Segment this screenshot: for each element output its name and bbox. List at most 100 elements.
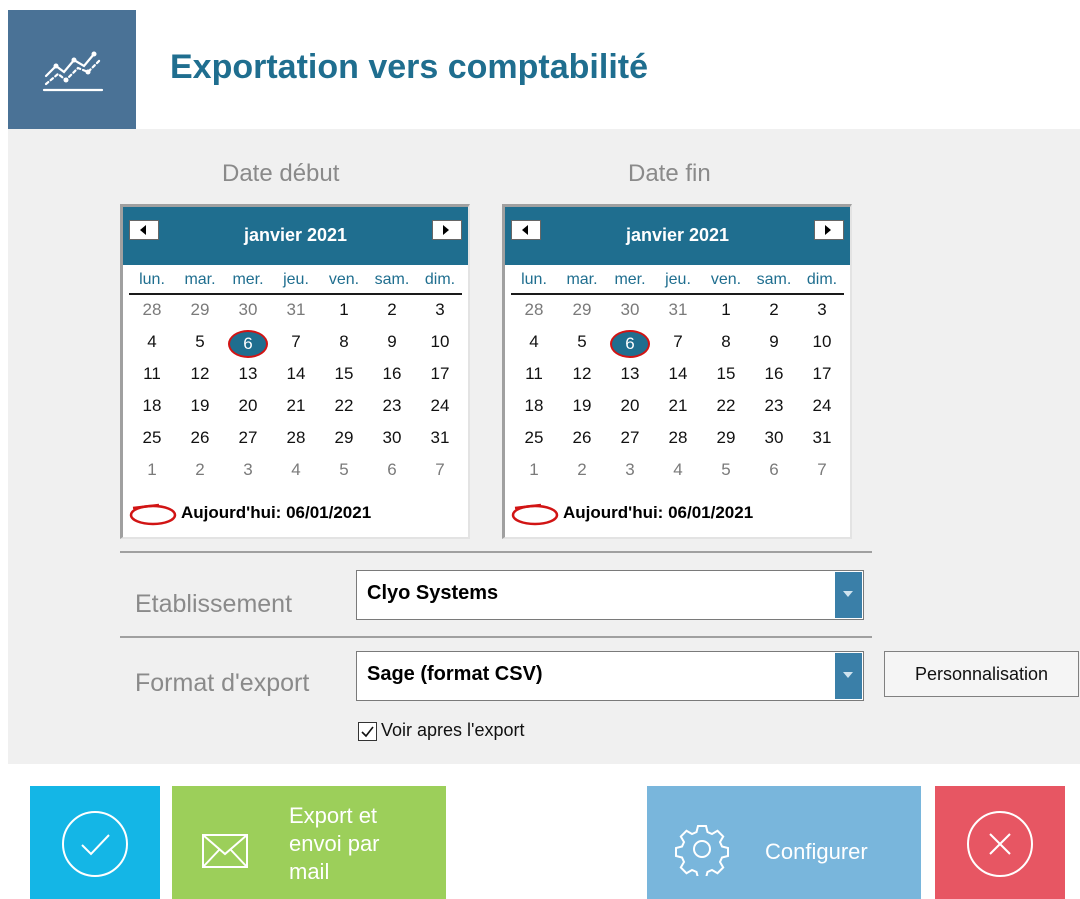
calendar-day-selected[interactable]: 6 [607,327,653,358]
calendar-day[interactable]: 7 [273,327,319,357]
calendar-day[interactable]: 25 [511,423,557,453]
voir-apres-export-checkbox[interactable] [358,722,377,741]
calendar-day[interactable]: 4 [511,327,557,357]
configure-button[interactable]: Configurer [647,786,921,899]
calendar-day[interactable]: 1 [703,295,749,325]
export-mail-button[interactable]: Export et envoi par mail [172,786,446,899]
calendar-day[interactable]: 20 [607,391,653,421]
calendar-day[interactable]: 13 [607,359,653,389]
etablissement-select[interactable]: Clyo Systems [356,570,864,620]
calendar-day[interactable]: 3 [225,455,271,485]
calendar-day[interactable]: 29 [703,423,749,453]
calendar-day[interactable]: 26 [177,423,223,453]
calendar-day[interactable]: 10 [799,327,845,357]
calendar-day[interactable]: 30 [751,423,797,453]
calendar-day[interactable]: 31 [417,423,463,453]
calendar-day[interactable]: 18 [129,391,175,421]
calendar-day[interactable]: 21 [273,391,319,421]
calendar-day[interactable]: 1 [129,455,175,485]
calendar-day[interactable]: 22 [703,391,749,421]
calendar-date-fin[interactable]: janvier 2021 lun. mar. mer. jeu. ven. sam. dim.… [502,204,852,539]
calendar-day[interactable]: 14 [655,359,701,389]
calendar-day[interactable]: 8 [703,327,749,357]
calendar-day[interactable]: 29 [559,295,605,325]
calendar-month-title[interactable]: janvier 2021 [123,225,468,246]
calendar-day[interactable]: 9 [751,327,797,357]
calendar-day[interactable]: 2 [177,455,223,485]
calendar-day[interactable]: 26 [559,423,605,453]
calendar-day[interactable]: 28 [655,423,701,453]
calendar-day[interactable]: 30 [369,423,415,453]
calendar-day[interactable]: 31 [273,295,319,325]
calendar-day[interactable]: 27 [225,423,271,453]
calendar-day[interactable]: 22 [321,391,367,421]
calendar-day[interactable]: 4 [273,455,319,485]
calendar-day[interactable]: 28 [129,295,175,325]
calendar-day[interactable]: 31 [799,423,845,453]
calendar-day[interactable]: 2 [559,455,605,485]
calendar-day[interactable]: 19 [177,391,223,421]
calendar-day[interactable]: 25 [129,423,175,453]
personnalisation-button[interactable]: Personnalisation [884,651,1079,697]
calendar-day[interactable]: 17 [417,359,463,389]
calendar-day[interactable]: 28 [511,295,557,325]
calendar-day[interactable]: 17 [799,359,845,389]
chevron-down-icon[interactable] [835,653,862,699]
calendar-day[interactable]: 2 [751,295,797,325]
calendar-day[interactable]: 24 [799,391,845,421]
calendar-day[interactable]: 12 [177,359,223,389]
calendar-day[interactable]: 1 [511,455,557,485]
calendar-day[interactable]: 3 [799,295,845,325]
next-month-button[interactable] [432,220,462,240]
calendar-date-debut[interactable]: janvier 2021 lun. mar. mer. jeu. ven. sam. dim.… [120,204,470,539]
calendar-day[interactable]: 16 [369,359,415,389]
calendar-day[interactable]: 13 [225,359,271,389]
calendar-day[interactable]: 30 [225,295,271,325]
calendar-day[interactable]: 3 [417,295,463,325]
calendar-day[interactable]: 23 [369,391,415,421]
calendar-day[interactable]: 15 [321,359,367,389]
calendar-day[interactable]: 7 [799,455,845,485]
calendar-day[interactable]: 19 [559,391,605,421]
calendar-day[interactable]: 2 [369,295,415,325]
close-button[interactable] [935,786,1065,899]
calendar-day[interactable]: 18 [511,391,557,421]
next-month-button[interactable] [814,220,844,240]
calendar-day[interactable]: 4 [129,327,175,357]
calendar-day[interactable]: 7 [655,327,701,357]
calendar-day[interactable]: 21 [655,391,701,421]
calendar-day[interactable]: 30 [607,295,653,325]
calendar-day[interactable]: 24 [417,391,463,421]
calendar-day[interactable]: 14 [273,359,319,389]
chevron-down-icon[interactable] [835,572,862,618]
calendar-day[interactable]: 11 [129,359,175,389]
calendar-day[interactable]: 10 [417,327,463,357]
calendar-day[interactable]: 5 [703,455,749,485]
calendar-day[interactable]: 27 [607,423,653,453]
calendar-day[interactable]: 29 [321,423,367,453]
validate-button[interactable] [30,786,160,899]
calendar-day[interactable]: 6 [751,455,797,485]
calendar-day[interactable]: 3 [607,455,653,485]
calendar-day[interactable]: 5 [177,327,223,357]
calendar-month-title[interactable]: janvier 2021 [505,225,850,246]
calendar-day[interactable]: 1 [321,295,367,325]
calendar-day[interactable]: 31 [655,295,701,325]
calendar-day[interactable]: 29 [177,295,223,325]
calendar-day[interactable]: 23 [751,391,797,421]
calendar-day[interactable]: 4 [655,455,701,485]
calendar-day[interactable]: 9 [369,327,415,357]
format-export-select[interactable]: Sage (format CSV) [356,651,864,701]
calendar-day[interactable]: 8 [321,327,367,357]
calendar-day[interactable]: 11 [511,359,557,389]
calendar-day[interactable]: 5 [559,327,605,357]
calendar-day[interactable]: 7 [417,455,463,485]
calendar-day[interactable]: 5 [321,455,367,485]
calendar-day-selected[interactable]: 6 [225,327,271,358]
calendar-day[interactable]: 20 [225,391,271,421]
calendar-day[interactable]: 16 [751,359,797,389]
calendar-day[interactable]: 12 [559,359,605,389]
calendar-day[interactable]: 28 [273,423,319,453]
voir-apres-export-label[interactable]: Voir apres l'export [381,720,525,741]
calendar-day[interactable]: 6 [369,455,415,485]
